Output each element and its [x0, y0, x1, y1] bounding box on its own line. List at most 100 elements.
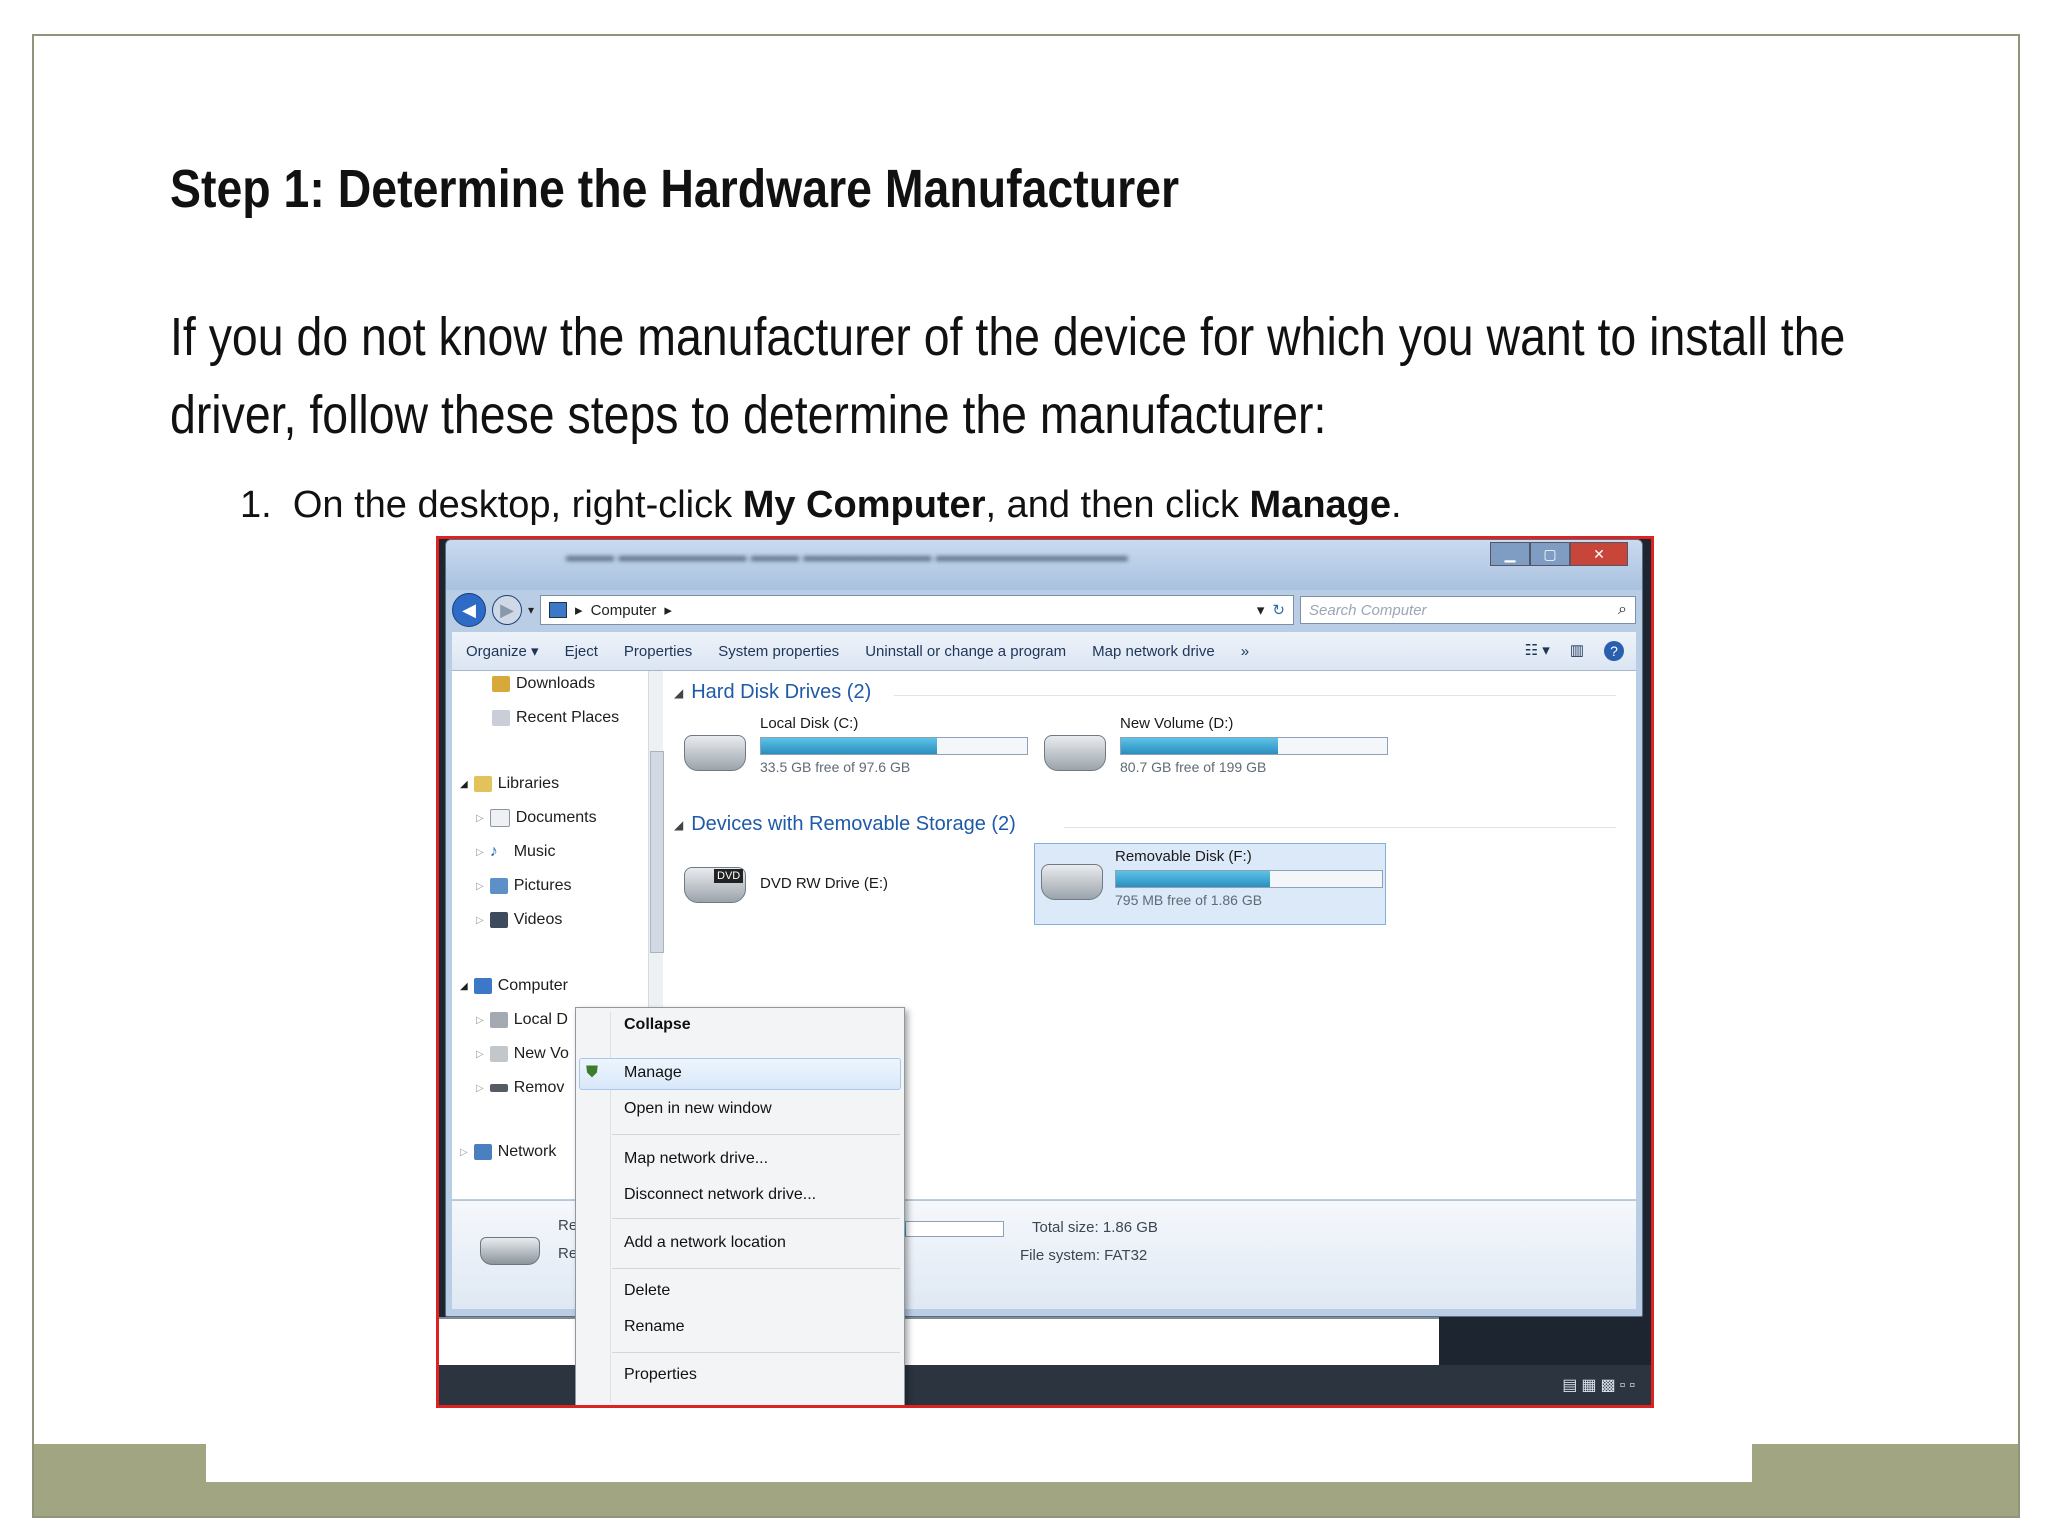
drive-c-name: Local Disk (C:): [760, 715, 859, 732]
intro-paragraph: If you do not know the manufacturer of t…: [170, 307, 1846, 445]
nav-music[interactable]: ▷ ♪ Music: [476, 843, 555, 861]
help-icon[interactable]: ?: [1604, 641, 1624, 661]
drive-d-usage-bar: [1120, 737, 1388, 755]
uninstall-button[interactable]: Uninstall or change a program: [865, 643, 1066, 660]
context-menu: ⛊ Collapse Manage Open in new window Map…: [575, 1007, 905, 1405]
recent-pages-chevron-icon[interactable]: ▾: [528, 603, 534, 617]
nav-documents[interactable]: ▷ Documents: [476, 809, 597, 827]
address-dropdown-icon[interactable]: ▾: [1257, 601, 1265, 619]
search-box[interactable]: Search Computer ⌕: [1300, 596, 1636, 624]
drive-local-disk-c[interactable]: Local Disk (C:) 33.5 GB free of 97.6 GB: [684, 715, 1044, 795]
nav-documents-label: Documents: [515, 809, 597, 826]
drive-c-usage-fill: [761, 738, 937, 754]
menu-item-open-new-window[interactable]: Open in new window: [624, 1100, 772, 1118]
group-hard-disk-drives[interactable]: ◢ Hard Disk Drives (2): [674, 681, 871, 704]
explorer-screenshot: ▤▦▩▫▫ ▬▬▬ ▬▬▬▬▬▬▬▬ ▬▬▬ ▬▬▬▬▬▬▬▬ ▬▬▬▬▬▬▬▬…: [436, 536, 1654, 1408]
nav-network[interactable]: ▷ Network: [460, 1143, 556, 1161]
nav-new-volume[interactable]: ▷ New Vo: [476, 1045, 569, 1063]
menu-separator: [612, 1218, 900, 1219]
drive-f-usage-bar: [1115, 870, 1383, 888]
system-properties-button[interactable]: System properties: [718, 643, 839, 660]
drive-e-name: DVD RW Drive (E:): [760, 875, 889, 892]
map-network-drive-button[interactable]: Map network drive: [1092, 643, 1215, 660]
nav-recent-places[interactable]: Recent Places: [492, 709, 619, 727]
group-divider-2: [1064, 827, 1616, 828]
step-number: 1.: [240, 484, 272, 526]
nav-pictures-label: Pictures: [513, 877, 572, 894]
network-icon: [473, 1144, 492, 1160]
drive-d-free: 80.7 GB free of 199 GB: [1120, 759, 1267, 775]
menu-item-disconnect-network-drive[interactable]: Disconnect network drive...: [624, 1186, 816, 1204]
minimize-icon[interactable]: ▁: [1490, 542, 1530, 566]
menu-item-map-network-drive[interactable]: Map network drive...: [624, 1150, 768, 1168]
window-title-blurred: ▬▬▬ ▬▬▬▬▬▬▬▬ ▬▬▬ ▬▬▬▬▬▬▬▬ ▬▬▬▬▬▬▬▬▬▬▬▬: [566, 548, 1128, 565]
forward-arrow-icon[interactable]: ▶: [492, 595, 522, 625]
removable-drive-icon: [1041, 864, 1103, 900]
organize-button[interactable]: Organize ▾: [466, 642, 539, 660]
nav-scroll-thumb[interactable]: [650, 751, 664, 953]
eject-button[interactable]: Eject: [565, 643, 598, 660]
search-icon[interactable]: ⌕: [1618, 601, 1627, 619]
shield-icon: ⛊: [586, 1064, 599, 1081]
drive-c-usage-bar: [760, 737, 1028, 755]
back-arrow-icon[interactable]: ◀: [452, 593, 486, 627]
menu-separator: [612, 1134, 900, 1135]
music-icon: ♪: [489, 843, 498, 860]
refresh-icon[interactable]: ↻: [1272, 601, 1285, 619]
more-commands-button[interactable]: »: [1241, 643, 1249, 660]
command-bar: Organize ▾ Eject Properties System prope…: [452, 632, 1636, 671]
maximize-icon[interactable]: ▢: [1530, 542, 1570, 566]
slide-title: Step 1: Determine the Hardware Manufactu…: [170, 159, 1180, 219]
nav-downloads[interactable]: Downloads: [492, 675, 595, 693]
group-removable-storage[interactable]: ◢ Devices with Removable Storage (2): [674, 813, 1016, 836]
nav-computer[interactable]: ◢ Computer: [460, 977, 568, 995]
nav-downloads-label: Downloads: [516, 675, 596, 692]
menu-item-collapse[interactable]: Collapse: [624, 1016, 691, 1034]
drive-removable-f[interactable]: Removable Disk (F:) 795 MB free of 1.86 …: [1034, 843, 1386, 925]
drive-new-volume-d[interactable]: New Volume (D:) 80.7 GB free of 199 GB: [1044, 715, 1404, 795]
drive-dvd-e[interactable]: DVD DVD RW Drive (E:): [684, 847, 1044, 927]
nav-videos[interactable]: ▷ Videos: [476, 911, 562, 929]
nav-removable-label: Remov: [513, 1079, 565, 1096]
nav-local-disk[interactable]: ▷ Local D: [476, 1011, 568, 1029]
menu-item-delete[interactable]: Delete: [624, 1282, 670, 1300]
videos-icon: [489, 912, 508, 928]
hard-drive-icon: [1044, 735, 1106, 771]
recent-places-icon: [492, 710, 510, 726]
local-disk-icon: [489, 1012, 508, 1028]
menu-item-manage[interactable]: Manage: [624, 1064, 682, 1082]
step-bold-my-computer: My Computer: [742, 484, 986, 526]
nav-libraries[interactable]: ◢ Libraries: [460, 775, 559, 793]
address-bar[interactable]: ▸ Computer ▸ ▾ ↻: [540, 595, 1294, 625]
drive-d-usage-fill: [1121, 738, 1278, 754]
computer-icon: [549, 602, 568, 618]
menu-separator: [612, 1268, 900, 1269]
properties-button[interactable]: Properties: [624, 643, 692, 660]
drive-f-free: 795 MB free of 1.86 GB: [1115, 892, 1263, 908]
libraries-icon: [473, 776, 492, 792]
view-options-icon[interactable]: ☷ ▾: [1525, 641, 1550, 661]
nav-recent-label: Recent Places: [516, 709, 620, 726]
close-icon[interactable]: ✕: [1570, 542, 1628, 566]
address-separator-2: ▸: [664, 602, 672, 619]
details-total-size: Total size: 1.86 GB: [1032, 1219, 1158, 1236]
dvd-badge: DVD: [714, 869, 744, 883]
nav-removable[interactable]: ▷ Remov: [476, 1079, 564, 1097]
drive-f-name: Removable Disk (F:): [1115, 848, 1252, 865]
nav-music-label: Music: [513, 843, 556, 860]
new-volume-icon: [489, 1046, 508, 1062]
menu-item-rename[interactable]: Rename: [624, 1318, 684, 1336]
nav-newvol-label: New Vo: [513, 1045, 569, 1062]
drive-d-name: New Volume (D:): [1120, 715, 1234, 732]
menu-item-properties[interactable]: Properties: [624, 1366, 697, 1384]
step-text-after: .: [1391, 484, 1402, 526]
nav-pictures[interactable]: ▷ Pictures: [476, 877, 572, 895]
menu-separator: [612, 1352, 900, 1353]
preview-pane-icon[interactable]: ▥: [1570, 641, 1584, 661]
menu-item-add-network-location[interactable]: Add a network location: [624, 1234, 786, 1252]
group-removable-label: Devices with Removable Storage (2): [691, 813, 1016, 835]
tray-icons[interactable]: ▤▦▩▫▫: [1562, 1375, 1639, 1395]
expand-arrow-icon[interactable]: ◢: [460, 779, 468, 790]
group-divider: [894, 695, 1616, 696]
group-hdd-label: Hard Disk Drives (2): [691, 681, 872, 703]
